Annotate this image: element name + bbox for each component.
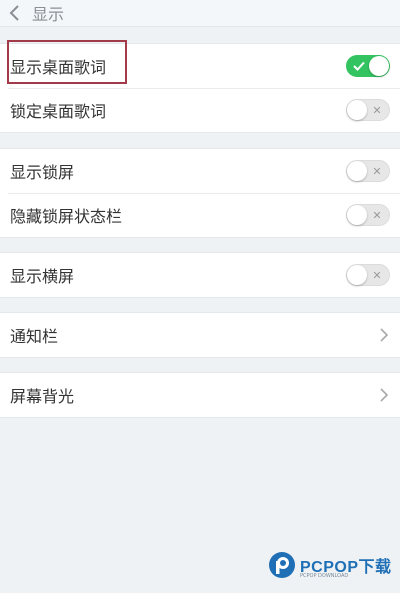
highlight-box [7,40,127,84]
row-hide-lockscreen-statusbar[interactable]: 隐藏锁屏状态栏 ✕ [0,193,400,237]
page-title: 显示 [32,5,65,24]
settings-group-landscape: 显示横屏 ✕ [0,252,400,298]
settings-group-notification: 通知栏 [0,312,400,358]
settings-group-backlight: 屏幕背光 [0,372,400,418]
watermark: PCPOP下载 PCPOP DOWNLOAD [268,549,392,581]
row-show-landscape[interactable]: 显示横屏 ✕ [0,253,400,297]
row-label: 显示锁屏 [10,163,75,182]
toggle-show-desktop-lyrics[interactable] [346,55,390,77]
toggle-knob [347,265,367,285]
back-button[interactable] [0,0,30,26]
check-icon [351,55,367,77]
toggle-knob [369,56,389,76]
toggle-knob [347,205,367,225]
row-notification-bar[interactable]: 通知栏 [0,313,400,357]
toggle-show-landscape[interactable]: ✕ [346,264,390,286]
chevron-left-icon [9,5,19,21]
toggle-show-lockscreen[interactable]: ✕ [346,160,390,182]
chevron-right-icon [380,328,389,342]
chevron-right-icon [380,388,389,402]
toggle-lock-desktop-lyrics[interactable]: ✕ [346,99,390,121]
x-mark-icon: ✕ [372,208,382,222]
x-mark-icon: ✕ [372,103,382,117]
row-label: 锁定桌面歌词 [10,102,107,121]
x-mark-icon: ✕ [372,268,382,282]
toggle-hide-lockscreen-statusbar[interactable]: ✕ [346,204,390,226]
row-screen-backlight[interactable]: 屏幕背光 [0,373,400,417]
row-lock-desktop-lyrics[interactable]: 锁定桌面歌词 ✕ [0,88,400,132]
row-label: 隐藏锁屏状态栏 [10,207,123,226]
settings-group-lockscreen: 显示锁屏 ✕ 隐藏锁屏状态栏 ✕ [0,148,400,238]
toggle-knob [347,100,367,120]
row-label: 屏幕背光 [10,387,75,406]
row-label: 通知栏 [10,327,59,346]
toggle-knob [347,161,367,181]
pcpop-logo-icon [269,552,295,578]
row-label: 显示横屏 [10,267,75,286]
title-bar: 显示 [0,0,400,27]
watermark-sub: PCPOP DOWNLOAD [300,573,349,579]
row-show-lockscreen[interactable]: 显示锁屏 ✕ [0,149,400,193]
x-mark-icon: ✕ [372,164,382,178]
